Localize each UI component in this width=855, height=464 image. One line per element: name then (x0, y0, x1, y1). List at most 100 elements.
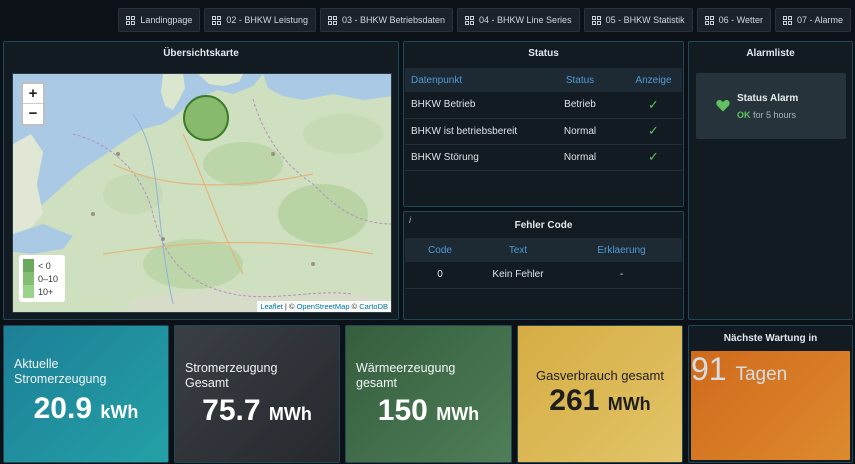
alarm-panel-title: Alarmliste (746, 48, 795, 59)
overview-map[interactable]: + − < 0 0–10 10+ Leaflet | © OpenStreetM… (12, 73, 392, 313)
dashboard-icon (212, 15, 222, 25)
datapoint-cell: BHKW Betrieb (405, 92, 535, 119)
dashboard-icon (591, 15, 601, 25)
zoom-in-button[interactable]: + (23, 84, 43, 104)
alarm-duration: for 5 hours (753, 110, 797, 120)
check-icon: ✓ (648, 96, 659, 112)
carto-link[interactable]: CartoDB (359, 302, 388, 311)
status-table: Datenpunkt Status Anzeige BHKW Betrieb B… (405, 68, 682, 171)
dashboard-icon (126, 15, 136, 25)
tile-label: Aktuelle Stromerzeugung (14, 357, 107, 386)
fehler-panel-title: Fehler Code (514, 220, 573, 231)
status-table-header: Datenpunkt Status Anzeige (405, 68, 682, 92)
tile-gasverbrauch-gesamt: Gasverbrauch gesamt 261 MWh (517, 325, 683, 463)
tile-label: Stromerzeugung Gesamt (185, 361, 278, 390)
nav-bhkw-leistung[interactable]: 02 - BHKW Leistung (204, 8, 316, 32)
map-panel-title: Übersichtskarte (163, 48, 239, 59)
zoom-out-button[interactable]: − (23, 104, 43, 124)
status-cell: Normal (535, 118, 625, 145)
datapoint-cell: BHKW Störung (405, 144, 535, 171)
map-attribution: Leaflet | © OpenStreetMap © CartoDB (257, 301, 391, 312)
check-icon: ✓ (648, 123, 659, 138)
column-header-status[interactable]: Status (535, 68, 625, 92)
nav-label: 06 - Wetter (718, 15, 763, 25)
value-unit: MWh (607, 394, 651, 414)
legend-swatch (23, 259, 34, 272)
legend-item: 0–10 (23, 272, 61, 285)
alarm-card[interactable]: Status Alarm OK for 5 hours (696, 73, 846, 139)
value-number: 261 (549, 384, 600, 417)
nav-wetter[interactable]: 06 - Wetter (696, 8, 771, 32)
tile-value: 261 MWh (518, 384, 682, 418)
code-cell: 0 (405, 262, 475, 289)
nav-bhkw-betriebsdaten[interactable]: 03 - BHKW Betriebsdaten (319, 8, 454, 32)
column-header-text[interactable]: Text (475, 238, 561, 262)
dashboard-nav: Landingpage 02 - BHKW Leistung 03 - BHKW… (118, 8, 851, 32)
osm-link[interactable]: OpenStreetMap (297, 302, 350, 311)
status-cell: Normal (535, 144, 625, 171)
indicator-cell: ✓ (625, 118, 682, 145)
nav-label: 04 - BHKW Line Series (479, 15, 572, 25)
datapoint-cell: BHKW ist betriebsbereit (405, 118, 535, 145)
tile-label: Gasverbrauch gesamt (536, 368, 664, 383)
fehler-table: Code Text Erklaerung 0 Kein Fehler - (405, 238, 682, 289)
tile-waermeerzeugung-gesamt: Wärmeerzeugung gesamt 150 MWh (345, 325, 512, 463)
status-panel: Status Datenpunkt Status Anzeige BHKW Be… (403, 41, 684, 207)
nav-alarme[interactable]: 07 - Alarme (774, 8, 851, 32)
nav-bhkw-line-series[interactable]: 04 - BHKW Line Series (457, 8, 580, 32)
table-row: 0 Kein Fehler - (405, 262, 682, 289)
nav-bhkw-statistik[interactable]: 05 - BHKW Statistik (583, 8, 693, 32)
dashboard-icon (704, 15, 714, 25)
value-unit: MWh (436, 404, 480, 424)
legend-swatch (23, 272, 34, 285)
status-panel-title: Status (528, 48, 559, 59)
dashboard-icon (327, 15, 337, 25)
table-row: BHKW Störung Normal ✓ (405, 144, 682, 171)
legend-item: < 0 (23, 259, 61, 272)
tile-value: 91 Tagen (691, 351, 850, 388)
attribution-separator: | © (282, 302, 297, 311)
value-number: 91 (691, 351, 727, 387)
map-tiles (13, 74, 391, 312)
text-cell: Kein Fehler (475, 262, 561, 289)
alarm-panel: Alarmliste Status Alarm OK for 5 hours (688, 41, 853, 320)
table-row: BHKW ist betriebsbereit Normal ✓ (405, 118, 682, 145)
column-header-erklaerung[interactable]: Erklaerung (561, 238, 682, 262)
legend-item: 10+ (23, 285, 61, 298)
tile-label: Wärmeerzeugung gesamt (356, 361, 456, 390)
value-unit: MWh (268, 404, 312, 424)
fehler-code-panel: i Fehler Code Code Text Erklaerung 0 Kei… (403, 211, 684, 320)
tile-aktuelle-stromerzeugung: Aktuelle Stromerzeugung 20.9 kWh (3, 325, 169, 463)
map-zoom-control: + − (21, 82, 45, 126)
nav-label: Landingpage (140, 15, 193, 25)
column-header-anzeige[interactable]: Anzeige (625, 68, 682, 92)
value-unit: kWh (100, 402, 139, 422)
nav-landingpage[interactable]: Landingpage (118, 8, 201, 32)
column-header-datenpunkt[interactable]: Datenpunkt (405, 68, 535, 92)
map-panel: Übersichtskarte + − < 0 0–10 10+ Leaflet… (3, 41, 399, 320)
indicator-cell: ✓ (625, 144, 682, 171)
table-row: BHKW Betrieb Betrieb ✓ (405, 92, 682, 119)
legend-label: < 0 (38, 260, 51, 271)
nav-label: 07 - Alarme (796, 15, 843, 25)
tile-value: 75.7 MWh (175, 394, 339, 428)
tile-value: 20.9 kWh (4, 392, 168, 426)
tile-stromerzeugung-gesamt: Stromerzeugung Gesamt 75.7 MWh (174, 325, 340, 463)
tile-background: 91 Tagen (691, 351, 850, 460)
fehler-table-header: Code Text Erklaerung (405, 238, 682, 262)
tile-value: 150 MWh (346, 394, 511, 428)
tile-title: Nächste Wartung in (723, 333, 818, 344)
map-legend: < 0 0–10 10+ (19, 255, 65, 302)
leaflet-link[interactable]: Leaflet (260, 302, 283, 311)
legend-label: 0–10 (38, 273, 59, 284)
tile-naechste-wartung: Nächste Wartung in 91 Tagen (688, 325, 853, 463)
legend-label: 10+ (38, 286, 54, 297)
nav-label: 05 - BHKW Statistik (605, 15, 685, 25)
value-number: 150 (377, 394, 428, 427)
dashboard-icon (465, 15, 475, 25)
attribution-separator: © (349, 302, 360, 311)
column-header-code[interactable]: Code (405, 238, 475, 262)
dashboard-icon (782, 15, 792, 25)
erklaerung-cell: - (561, 262, 682, 289)
alarm-state: OK (737, 110, 751, 120)
